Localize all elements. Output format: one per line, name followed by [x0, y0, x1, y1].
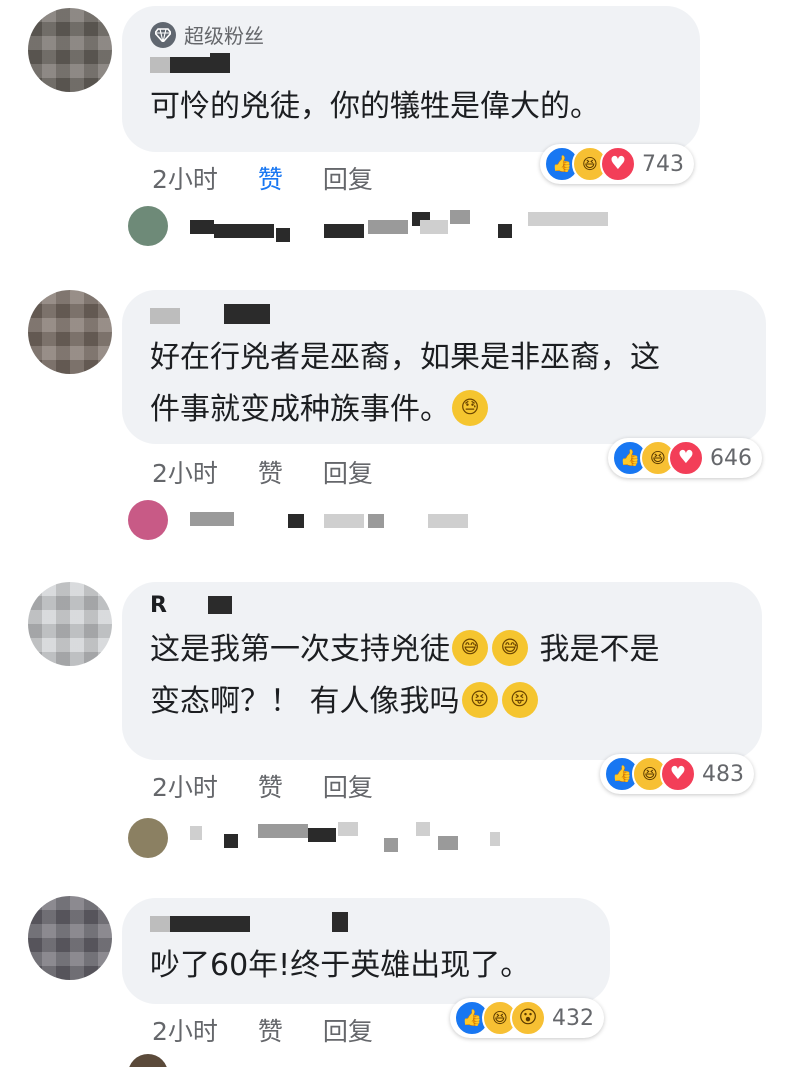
- reply-preview[interactable]: [128, 818, 628, 858]
- love-icon: ♥: [668, 440, 704, 476]
- like-button[interactable]: 赞: [258, 454, 283, 490]
- badge-label: 超级粉丝: [184, 24, 264, 48]
- comment-bubble: R 这是我第一次支持兇徒 😅 😅 我是不是 变态啊？！ 有人像我吗 😝 😝: [122, 582, 762, 760]
- reaction-count: 483: [702, 761, 744, 787]
- reaction-summary[interactable]: 👍 😆 ♥ 646: [608, 438, 762, 478]
- author-name[interactable]: [150, 912, 582, 934]
- reply-button[interactable]: 回复: [323, 454, 373, 490]
- comment-actions: 2小时 赞 回复: [152, 454, 373, 490]
- comment-bubble: 超级粉丝 可怜的兇徒，你的犠牲是偉大的。: [122, 6, 700, 152]
- comment-actions: 2小时 赞 回复: [152, 768, 373, 804]
- reaction-summary[interactable]: 👍 😆 ♥ 743: [540, 144, 694, 184]
- author-name[interactable]: [150, 304, 738, 326]
- reaction-count: 432: [552, 1005, 594, 1031]
- avatar: [128, 818, 168, 858]
- top-fan-badge: 超级粉丝: [150, 20, 672, 49]
- reply-preview[interactable]: [128, 206, 628, 246]
- reply-preview[interactable]: [128, 500, 628, 540]
- comment-bubble: 好在行兇者是巫裔，如果是非巫裔，这 件事就变成种族事件。 😓: [122, 290, 766, 444]
- comment-actions: 2小时 赞 回复: [152, 1012, 373, 1048]
- comment-actions: 2小时 赞 回复: [152, 160, 373, 196]
- avatar: [128, 206, 168, 246]
- reply-button[interactable]: 回复: [323, 768, 373, 804]
- avatar: [128, 1054, 168, 1067]
- squinting-tongue-emoji: 😝: [501, 681, 538, 718]
- timestamp: 2小时: [152, 1017, 218, 1046]
- diamond-icon: [150, 21, 176, 48]
- comment-text: 可怜的兇徒，你的犠牲是偉大的。: [150, 89, 600, 124]
- wow-icon: 😮: [510, 1000, 546, 1036]
- avatar: [128, 500, 168, 540]
- sweat-face-emoji: 😓: [452, 389, 488, 426]
- timestamp: 2小时: [152, 165, 218, 194]
- avatar[interactable]: [28, 8, 112, 92]
- like-button[interactable]: 赞: [258, 160, 283, 196]
- avatar[interactable]: [28, 582, 112, 666]
- grinning-sweat-emoji: 😅: [452, 629, 488, 666]
- avatar[interactable]: [28, 896, 112, 980]
- love-icon: ♥: [660, 756, 696, 792]
- author-name[interactable]: R: [150, 593, 734, 618]
- reaction-count: 646: [710, 445, 752, 471]
- reaction-summary[interactable]: 👍 😆 ♥ 483: [600, 754, 754, 794]
- timestamp: 2小时: [152, 773, 218, 802]
- reaction-count: 743: [642, 151, 684, 177]
- comment-text: 吵了60年!终于英雄出现了。: [150, 948, 531, 983]
- reaction-summary[interactable]: 👍 😆 😮 432: [450, 998, 604, 1038]
- grinning-sweat-emoji: 😅: [492, 629, 528, 666]
- love-icon: ♥: [600, 146, 636, 182]
- squinting-tongue-emoji: 😝: [461, 681, 498, 718]
- comment-text: 好在行兇者是巫裔，如果是非巫裔，这 件事就变成种族事件。 😓: [150, 340, 660, 427]
- author-initial: R: [150, 593, 167, 618]
- author-name[interactable]: [150, 53, 672, 75]
- timestamp: 2小时: [152, 459, 218, 488]
- reply-button[interactable]: 回复: [323, 160, 373, 196]
- like-button[interactable]: 赞: [258, 768, 283, 804]
- avatar[interactable]: [28, 290, 112, 374]
- reply-button[interactable]: 回复: [323, 1012, 373, 1048]
- comment-text: 这是我第一次支持兇徒 😅 😅 我是不是 变态啊？！ 有人像我吗 😝 😝: [150, 624, 734, 728]
- like-button[interactable]: 赞: [258, 1012, 283, 1048]
- comment-bubble: 吵了60年!终于英雄出现了。: [122, 898, 610, 1004]
- reply-preview[interactable]: [128, 1054, 628, 1067]
